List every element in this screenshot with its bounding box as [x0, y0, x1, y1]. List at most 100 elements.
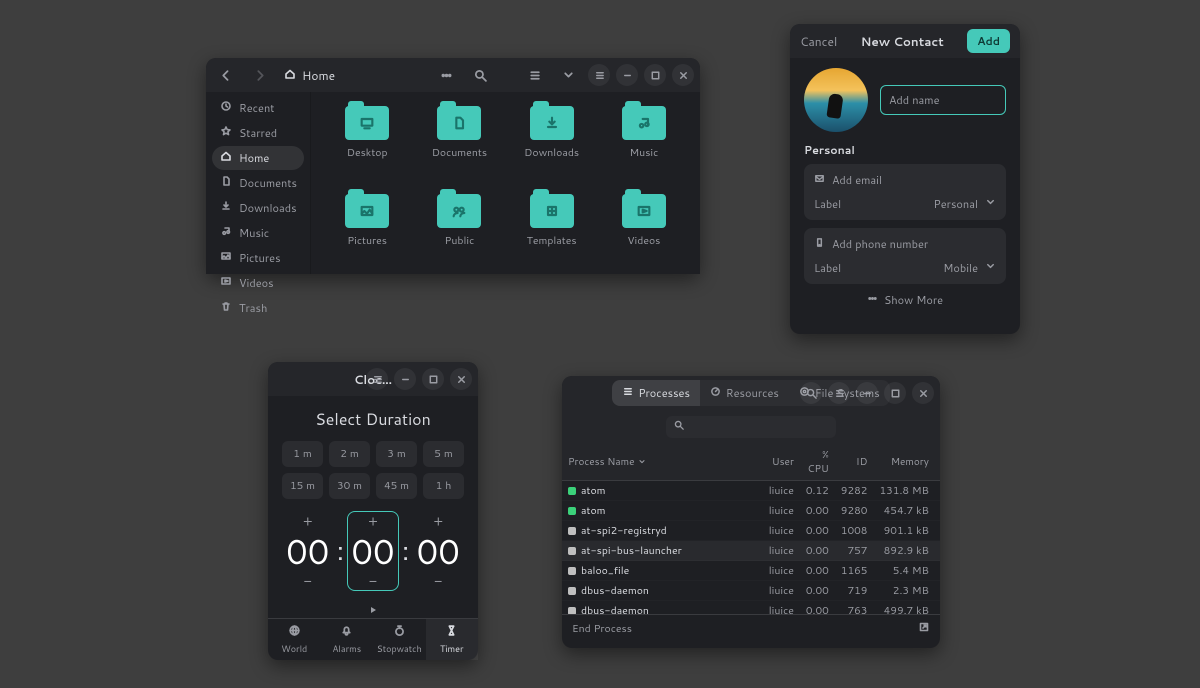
- avatar[interactable]: [804, 68, 868, 132]
- name-input[interactable]: Add name: [880, 85, 1006, 115]
- minutes-value[interactable]: 00: [351, 530, 394, 572]
- folder-icon: [345, 194, 389, 228]
- close-button[interactable]: [672, 64, 694, 86]
- process-color-icon: [568, 567, 576, 575]
- add-phone-button[interactable]: Add phone number: [814, 236, 928, 252]
- folder-label: Public: [445, 234, 475, 248]
- show-more-button[interactable]: Show More: [804, 292, 1006, 308]
- phone-type-row[interactable]: Label Mobile: [814, 260, 996, 276]
- sidebar-item-label: Documents: [239, 175, 297, 191]
- folder-icon: [530, 194, 574, 228]
- section-label: Personal: [804, 142, 1006, 158]
- minimize-button[interactable]: [856, 382, 878, 404]
- folder-public[interactable]: Public: [415, 188, 503, 272]
- maximize-button[interactable]: [422, 368, 444, 390]
- breadcrumb[interactable]: Home: [280, 67, 339, 84]
- folder-templates[interactable]: Templates: [508, 188, 596, 272]
- search-bar: [562, 410, 940, 444]
- close-button[interactable]: [450, 368, 472, 390]
- add-email-button[interactable]: Add email: [814, 172, 882, 188]
- end-process-button[interactable]: End Process: [572, 622, 632, 636]
- sidebar-item-videos[interactable]: Videos: [212, 271, 304, 295]
- home-icon: [284, 67, 296, 84]
- process-row[interactable]: baloo_file liuice0.0011655.4 MB 31.3 MB …: [562, 561, 940, 581]
- column-header[interactable]: % CPU: [800, 444, 835, 481]
- search-icon: [674, 420, 684, 434]
- search-button[interactable]: [800, 382, 822, 404]
- sidebar-item-home[interactable]: Home: [212, 146, 304, 170]
- sidebar-item-documents[interactable]: Documents: [212, 171, 304, 195]
- tab-label: Stopwatch: [377, 642, 422, 655]
- maximize-button[interactable]: [644, 64, 666, 86]
- folder-pictures[interactable]: Pictures: [323, 188, 411, 272]
- email-type-row[interactable]: Label Personal: [814, 196, 996, 212]
- minutes-dec[interactable]: −: [348, 572, 398, 590]
- forward-button[interactable]: [246, 61, 274, 89]
- column-header[interactable]: Process Name: [562, 444, 763, 481]
- folder-documents[interactable]: Documents: [415, 100, 503, 184]
- view-options-button[interactable]: [554, 61, 582, 89]
- preset-button[interactable]: 45 m: [376, 473, 417, 499]
- process-row[interactable]: atom liuice0.009280454.7 kB N/A: [562, 501, 940, 521]
- process-row[interactable]: atom liuice0.129282131.8 MB 1.9 MB 23.4: [562, 481, 940, 501]
- path-menu-button[interactable]: [432, 61, 460, 89]
- preset-button[interactable]: 15 m: [282, 473, 323, 499]
- popout-icon[interactable]: [918, 621, 930, 637]
- back-button[interactable]: [212, 61, 240, 89]
- folder-downloads[interactable]: Downloads: [508, 100, 596, 184]
- download-icon: [220, 200, 232, 216]
- hamburger-menu-button[interactable]: [588, 64, 610, 86]
- column-header[interactable]: ID: [835, 444, 874, 481]
- sidebar-item-recent[interactable]: Recent: [212, 96, 304, 120]
- process-row[interactable]: at-spi2-registryd liuice0.001008901.1 kB…: [562, 521, 940, 541]
- folder-videos[interactable]: Videos: [600, 188, 688, 272]
- tab-resources[interactable]: Resources: [700, 380, 789, 406]
- preset-button[interactable]: 30 m: [329, 473, 370, 499]
- process-row[interactable]: dbus-daemon liuice0.00763499.7 kB 282.6 …: [562, 601, 940, 615]
- preset-button[interactable]: 3 m: [376, 441, 417, 467]
- hamburger-menu-button[interactable]: [828, 382, 850, 404]
- hours-value[interactable]: 00: [286, 530, 329, 572]
- folder-icon: [345, 106, 389, 140]
- column-header[interactable]: User: [763, 444, 800, 481]
- hamburger-menu-button[interactable]: [366, 368, 388, 390]
- tab-world[interactable]: World: [268, 619, 321, 660]
- clock-icon: [220, 100, 232, 116]
- tab-alarms[interactable]: Alarms: [321, 619, 374, 660]
- sidebar-item-label: Music: [239, 225, 269, 241]
- add-button[interactable]: Add: [967, 29, 1010, 53]
- minimize-button[interactable]: [394, 368, 416, 390]
- minimize-button[interactable]: [616, 64, 638, 86]
- seconds-value[interactable]: 00: [417, 530, 460, 572]
- close-button[interactable]: [912, 382, 934, 404]
- hours-dec[interactable]: −: [282, 572, 334, 590]
- column-header[interactable]: Memory: [873, 444, 934, 481]
- search-input[interactable]: [666, 416, 836, 438]
- folder-label: Documents: [432, 146, 487, 160]
- process-row[interactable]: at-spi-bus-launcher liuice0.00757892.9 k…: [562, 541, 940, 561]
- preset-button[interactable]: 2 m: [329, 441, 370, 467]
- sidebar-item-starred[interactable]: Starred: [212, 121, 304, 145]
- tab-timer[interactable]: Timer: [426, 619, 479, 660]
- process-row[interactable]: dbus-daemon liuice0.007192.3 MB N/A: [562, 581, 940, 601]
- maximize-button[interactable]: [884, 382, 906, 404]
- folder-desktop[interactable]: Desktop: [323, 100, 411, 184]
- tab-label: Timer: [440, 642, 464, 655]
- tab-label: Alarms: [332, 642, 361, 655]
- view-list-button[interactable]: [520, 61, 548, 89]
- heading: Select Duration: [315, 408, 431, 431]
- preset-button[interactable]: 1 m: [282, 441, 323, 467]
- tab-processes[interactable]: Processes: [612, 380, 700, 406]
- sidebar-item-pictures[interactable]: Pictures: [212, 246, 304, 270]
- cancel-button[interactable]: Cancel: [800, 33, 837, 50]
- tab-stopwatch[interactable]: Stopwatch: [373, 619, 426, 660]
- sidebar-item-trash[interactable]: Trash: [212, 296, 304, 320]
- folder-music[interactable]: Music: [600, 100, 688, 184]
- seconds-dec[interactable]: −: [412, 572, 464, 590]
- column-header[interactable]: Disk read total: [935, 444, 940, 481]
- preset-button[interactable]: 5 m: [423, 441, 464, 467]
- sidebar-item-music[interactable]: Music: [212, 221, 304, 245]
- sidebar-item-downloads[interactable]: Downloads: [212, 196, 304, 220]
- search-button[interactable]: [466, 61, 494, 89]
- preset-button[interactable]: 1 h: [423, 473, 464, 499]
